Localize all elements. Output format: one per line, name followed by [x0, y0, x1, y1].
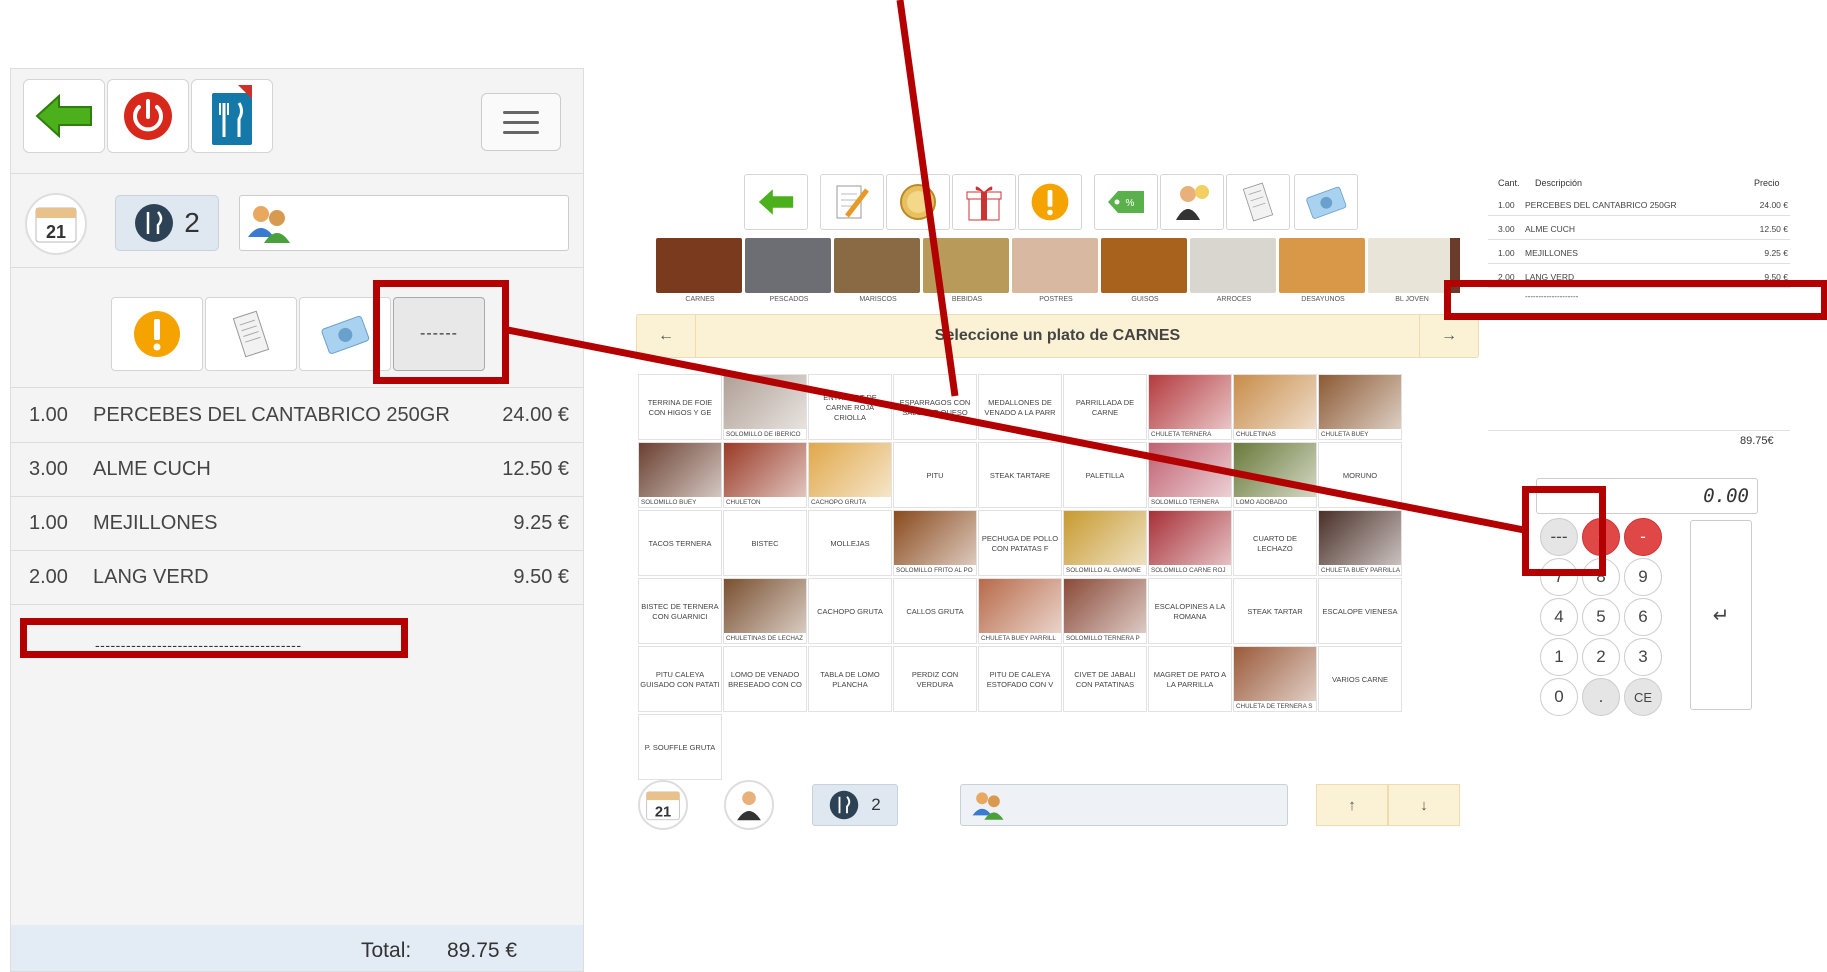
- annotation-connector-line: [507, 326, 1525, 534]
- annotation-lines: [507, 0, 1525, 534]
- annotation-pointer-line: [896, 0, 959, 397]
